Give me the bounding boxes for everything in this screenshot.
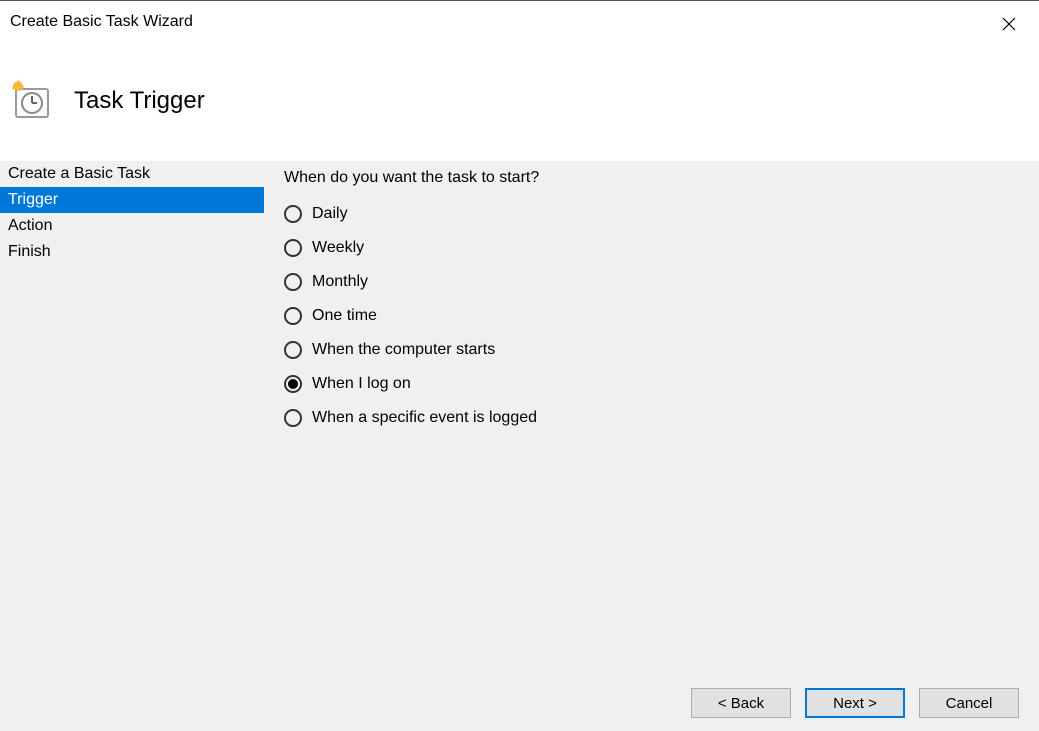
radio-label: Monthly	[312, 273, 368, 291]
sidebar-item-finish[interactable]: Finish	[0, 239, 264, 265]
radio-label: When a specific event is logged	[312, 409, 537, 427]
next-button[interactable]: Next >	[805, 688, 905, 718]
trigger-option-monthly[interactable]: Monthly	[284, 273, 1029, 291]
page-title: Task Trigger	[74, 87, 205, 115]
back-button[interactable]: < Back	[691, 688, 791, 718]
radio-icon	[284, 273, 302, 291]
main-panel: When do you want the task to start? Dail…	[264, 161, 1039, 731]
trigger-question: When do you want the task to start?	[284, 169, 1029, 187]
trigger-option-weekly[interactable]: Weekly	[284, 239, 1029, 257]
radio-label: Weekly	[312, 239, 364, 257]
radio-icon	[284, 375, 302, 393]
sidebar-item-action[interactable]: Action	[0, 213, 264, 239]
wizard-window: Create Basic Task Wizard Task Trigger Cr…	[0, 0, 1039, 731]
radio-icon	[284, 205, 302, 223]
window-title: Create Basic Task Wizard	[10, 9, 193, 31]
radio-icon	[284, 409, 302, 427]
radio-label: One time	[312, 307, 377, 325]
radio-label: When the computer starts	[312, 341, 495, 359]
radio-icon	[284, 307, 302, 325]
button-bar: < Back Next > Cancel	[0, 675, 1039, 731]
radio-icon	[284, 239, 302, 257]
sidebar-item-create-a-basic-task[interactable]: Create a Basic Task	[0, 161, 264, 187]
close-icon	[1002, 17, 1016, 31]
radio-icon	[284, 341, 302, 359]
trigger-option-one-time[interactable]: One time	[284, 307, 1029, 325]
titlebar: Create Basic Task Wizard	[0, 1, 1039, 41]
sidebar: Create a Basic TaskTriggerActionFinish	[0, 161, 264, 731]
cancel-button[interactable]: Cancel	[919, 688, 1019, 718]
radio-label: Daily	[312, 205, 348, 223]
trigger-options: Daily Weekly Monthly One time When the compu…	[284, 205, 1029, 427]
task-scheduler-icon	[10, 79, 54, 123]
header: Task Trigger	[0, 41, 1039, 161]
trigger-option-when-i-log-on[interactable]: When I log on	[284, 375, 1029, 393]
sidebar-item-trigger[interactable]: Trigger	[0, 187, 264, 213]
trigger-option-daily[interactable]: Daily	[284, 205, 1029, 223]
radio-label: When I log on	[312, 375, 411, 393]
trigger-option-when-a-specific-event-is-logged[interactable]: When a specific event is logged	[284, 409, 1029, 427]
radio-dot-icon	[288, 379, 298, 389]
trigger-option-when-the-computer-starts[interactable]: When the computer starts	[284, 341, 1029, 359]
close-button[interactable]	[989, 9, 1029, 39]
body: Create a Basic TaskTriggerActionFinish W…	[0, 161, 1039, 731]
